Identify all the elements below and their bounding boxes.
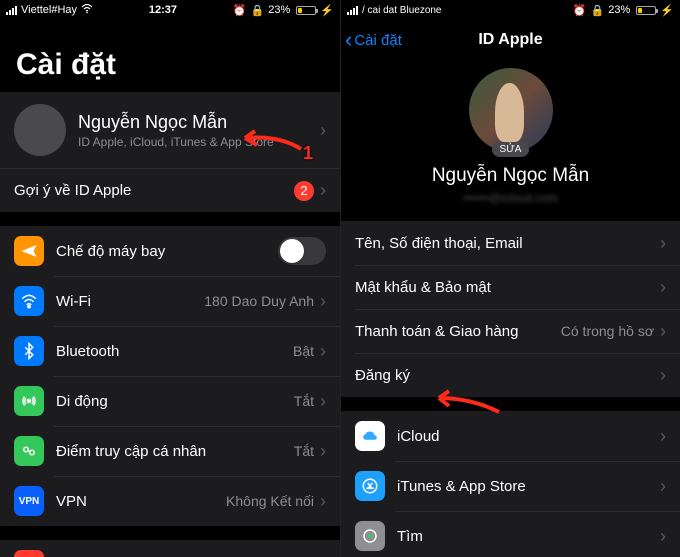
phone-left: Viettel#Hay 12:37 ⏰ 🔒 23% ⚡ Cài đặt Nguy…: [0, 0, 340, 557]
appstore-icon: [355, 471, 385, 501]
back-button[interactable]: ‹ Cài đặt: [345, 29, 402, 51]
chevron-right-icon: ›: [320, 120, 326, 141]
chevron-right-icon: ›: [660, 321, 666, 342]
chevron-right-icon: ›: [660, 365, 666, 386]
chevron-right-icon: ›: [660, 526, 666, 547]
page-title: Cài đặt: [0, 20, 340, 92]
battery-icon: [636, 6, 656, 15]
profile-name: Nguyễn Ngọc Mẫn: [432, 165, 589, 187]
badge-count: 2: [294, 181, 314, 201]
cellular-icon: [14, 386, 44, 416]
airplane-toggle[interactable]: [278, 237, 326, 265]
chevron-right-icon: ›: [660, 277, 666, 298]
row-notifications[interactable]: Thông báo ›: [0, 540, 340, 557]
charging-icon: ⚡: [660, 4, 674, 17]
apple-id-suggestion-row[interactable]: Gợi ý về ID Apple 2 ›: [0, 168, 340, 212]
row-subscriptions[interactable]: Đăng ký ›: [341, 353, 680, 397]
row-itunes-appstore[interactable]: iTunes & App Store ›: [341, 461, 680, 511]
cell-signal-icon: [347, 5, 358, 15]
profile-subtitle: ID Apple, iCloud, iTunes & App Store: [78, 135, 320, 149]
clock: 12:37: [149, 4, 177, 16]
row-hotspot[interactable]: Điểm truy cập cá nhân Tắt ›: [0, 426, 340, 476]
notifications-icon: [14, 550, 44, 557]
row-vpn[interactable]: VPN VPN Không Kết nối ›: [0, 476, 340, 526]
wifi-icon: [14, 286, 44, 316]
nav-title: ID Apple: [478, 31, 542, 49]
row-password-security[interactable]: Mật khẩu & Bảo mật ›: [341, 265, 680, 309]
bluetooth-icon: [14, 336, 44, 366]
chevron-right-icon: ›: [660, 426, 666, 447]
profile-email: ••••••@icloud.com: [463, 191, 558, 205]
row-cellular[interactable]: Di động Tắt ›: [0, 376, 340, 426]
chevron-right-icon: ›: [660, 476, 666, 497]
row-airplane[interactable]: Chế độ máy bay: [0, 226, 340, 276]
battery-icon: [296, 6, 316, 15]
row-findmy[interactable]: Tìm ›: [341, 511, 680, 557]
row-wifi[interactable]: Wi-Fi 180 Dao Duy Anh ›: [0, 276, 340, 326]
chevron-right-icon: ›: [320, 491, 326, 512]
lock-icon: 🔒: [591, 4, 605, 17]
hotspot-icon: [14, 436, 44, 466]
chevron-right-icon: ›: [320, 341, 326, 362]
avatar[interactable]: [469, 68, 553, 152]
chevron-right-icon: ›: [320, 291, 326, 312]
chevron-right-icon: ›: [320, 441, 326, 462]
alarm-icon: ⏰: [233, 4, 247, 17]
wifi-icon: [81, 4, 93, 17]
lock-icon: 🔒: [251, 4, 265, 17]
cell-signal-icon: [6, 5, 17, 15]
row-name-phone-email[interactable]: Tên, Số điện thoại, Email ›: [341, 221, 680, 265]
edit-avatar-badge[interactable]: SỬA: [492, 142, 530, 157]
status-bar: Viettel#Hay 12:37 ⏰ 🔒 23% ⚡: [0, 0, 340, 20]
profile-name: Nguyễn Ngọc Mẫn: [78, 112, 320, 133]
chevron-right-icon: ›: [320, 391, 326, 412]
phone-right: / cai dat Bluezone ⏰ 🔒 23% ⚡ ‹ Cài đặt I…: [340, 0, 680, 557]
row-payment-shipping[interactable]: Thanh toán & Giao hàng Có trong hồ sơ ›: [341, 309, 680, 353]
avatar: [14, 104, 66, 156]
battery-pct: 23%: [608, 4, 630, 16]
row-icloud[interactable]: iCloud ›: [341, 411, 680, 461]
chevron-right-icon: ›: [660, 233, 666, 254]
chevron-left-icon: ‹: [345, 29, 352, 51]
airplane-icon: [14, 236, 44, 266]
profile-card: SỬA Nguyễn Ngọc Mẫn ••••••@icloud.com: [341, 60, 680, 221]
status-bar: / cai dat Bluezone ⏰ 🔒 23% ⚡: [341, 0, 680, 20]
chevron-right-icon: ›: [320, 180, 326, 201]
findmy-icon: [355, 521, 385, 551]
alarm-icon: ⏰: [573, 4, 587, 17]
icloud-icon: [355, 421, 385, 451]
profile-row[interactable]: Nguyễn Ngọc Mẫn ID Apple, iCloud, iTunes…: [0, 92, 340, 168]
charging-icon: ⚡: [320, 4, 334, 17]
vpn-icon: VPN: [14, 486, 44, 516]
carrier-label: / cai dat Bluezone: [362, 5, 442, 16]
battery-pct: 23%: [268, 4, 290, 16]
row-bluetooth[interactable]: Bluetooth Bật ›: [0, 326, 340, 376]
nav-bar: ‹ Cài đặt ID Apple: [341, 20, 680, 60]
carrier-label: Viettel#Hay: [21, 4, 77, 16]
